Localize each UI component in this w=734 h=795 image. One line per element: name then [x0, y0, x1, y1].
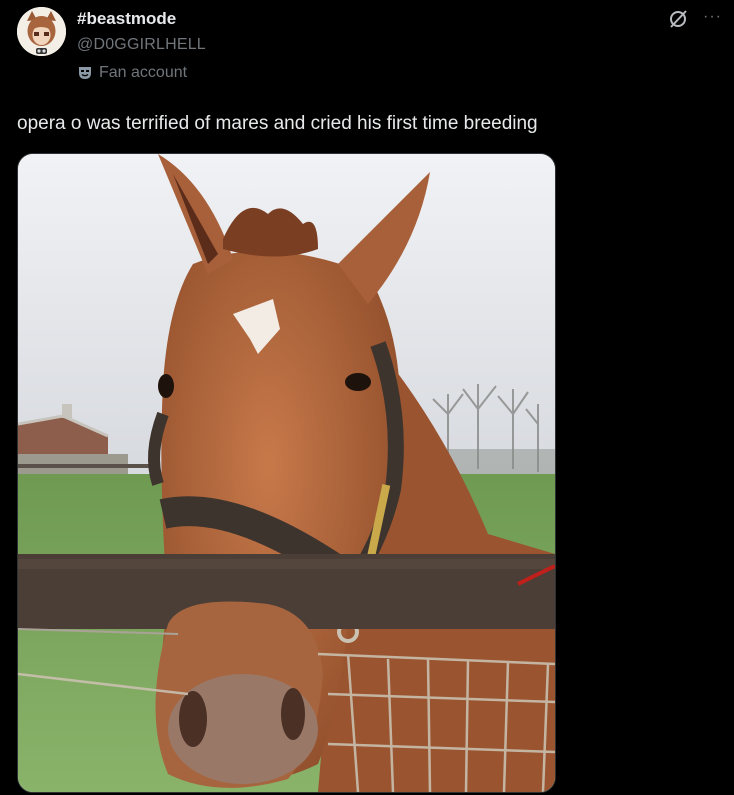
- anime-character-avatar-icon: [17, 7, 66, 56]
- post-header: #beastmode @D0GGIRLHELL: [77, 9, 206, 55]
- display-name[interactable]: #beastmode: [77, 9, 206, 29]
- affiliation-label: Fan account: [77, 64, 187, 82]
- affiliation-label-text: Fan account: [99, 64, 188, 81]
- avatar[interactable]: [17, 7, 66, 56]
- theater-mask-icon: [79, 67, 91, 79]
- horse-photo: [18, 154, 555, 792]
- grok-icon[interactable]: [667, 8, 689, 30]
- more-options-icon[interactable]: ···: [703, 9, 722, 25]
- user-handle[interactable]: @D0GGIRLHELL: [77, 35, 206, 55]
- post-text: opera o was terrified of mares and cried…: [17, 113, 538, 134]
- post-media-image[interactable]: [17, 153, 556, 793]
- post-top-actions: ···: [667, 8, 722, 30]
